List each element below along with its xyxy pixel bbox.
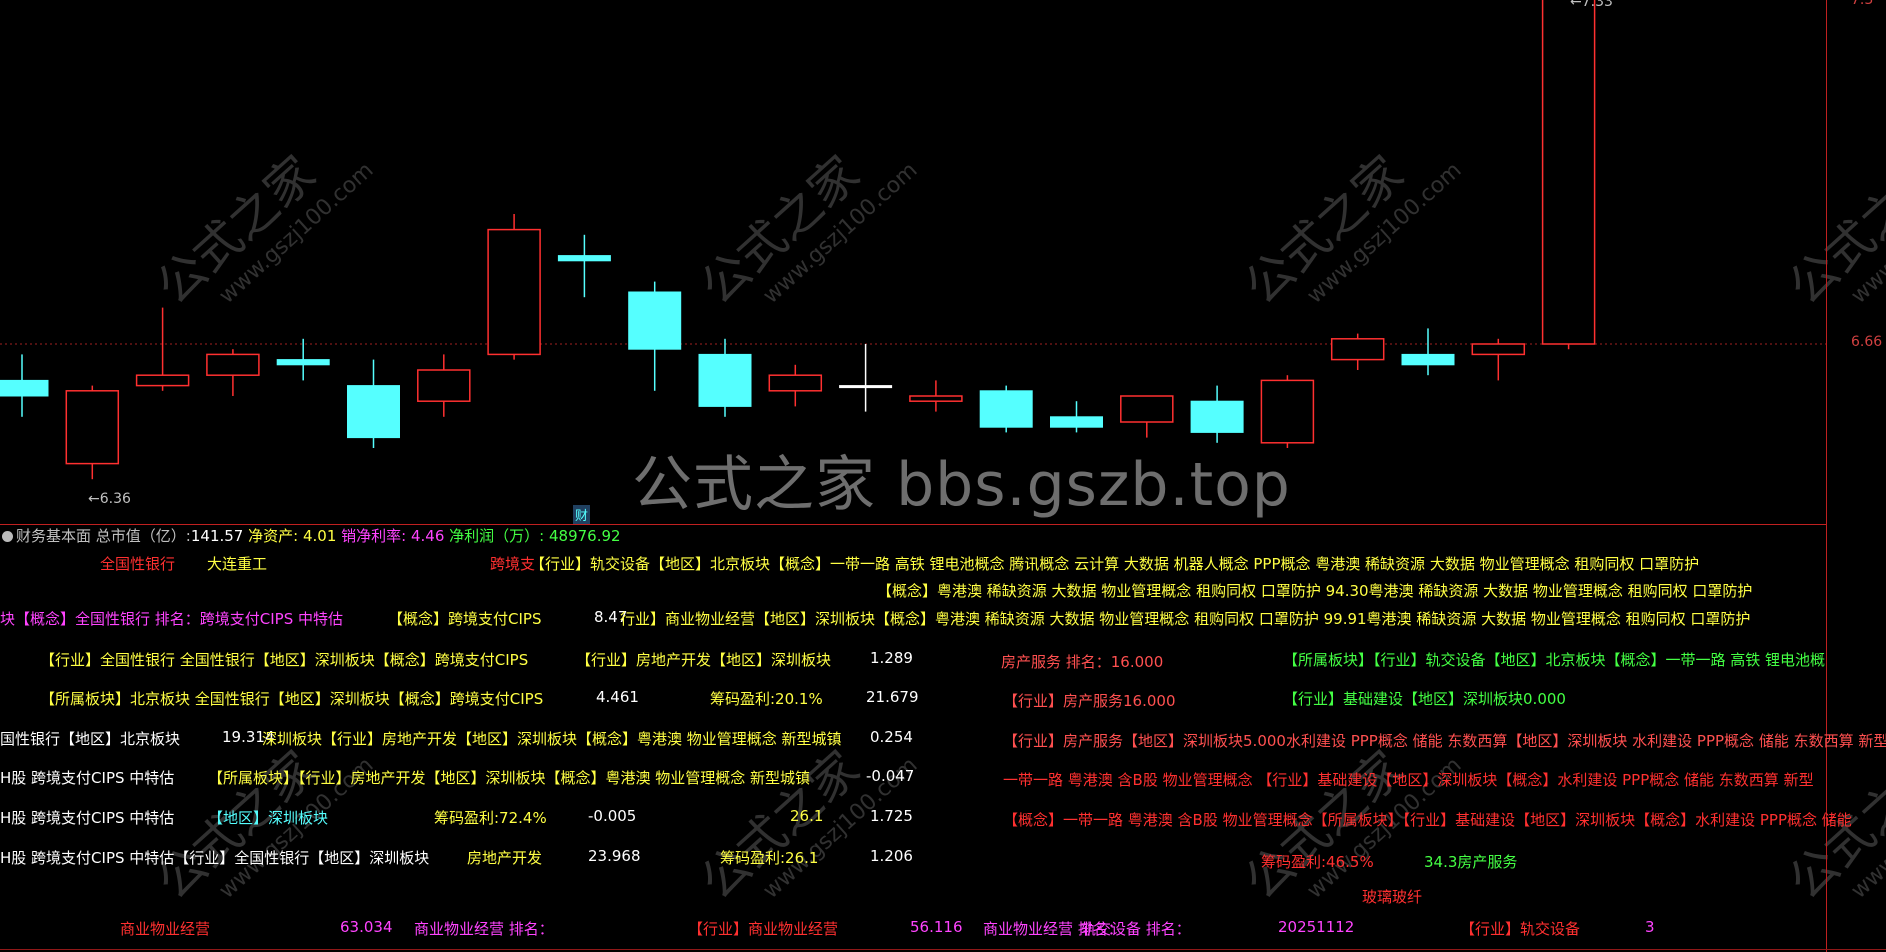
row5-board: 【所属板块】北京板块 全国性银行【地区】深圳板块【概念】跨境支付CIPS (40, 690, 544, 708)
row6-service-region: 【行业】房产服务【地区】深圳板块5.000水利建设 PPP概念 储能 东数西算【… (1003, 732, 1886, 750)
row11-rank3: 轨交设备 排名： (1081, 920, 1191, 938)
row7-board: 【所属板块】【行业】房地产开发【地区】深圳板块【概念】粤港澳 物业管理概念 新型… (208, 769, 811, 787)
candle-body[interactable] (557, 255, 611, 262)
net-assets: 净资产: 4.01 (248, 527, 337, 545)
row9-sector: 房地产开发 (467, 849, 543, 867)
row11-value2: 56.116 (910, 918, 963, 936)
low-marker: ←6.36 (88, 491, 131, 507)
row5-chip-profit: 筹码盈利:20.1% (710, 690, 823, 708)
row9-service: 34.3房产服务 (1424, 853, 1518, 871)
row3-concept: 【概念】跨境支付CIPS (388, 610, 542, 628)
row4-service-rank: 房产服务 排名：16.000 (1001, 653, 1164, 671)
high-marker-value: 7.33 (1581, 0, 1613, 10)
row7-value: -0.047 (866, 767, 915, 785)
candle-body[interactable] (628, 291, 682, 350)
candle-body[interactable] (1401, 353, 1455, 366)
panel-title: 财务基本面 (16, 527, 92, 545)
fundamentals-panel[interactable]: 财务基本面 总市值（亿）:141.57 净资产: 4.01 销净利率: 4.46… (0, 525, 1886, 952)
row7-concept-infra: 一带一路 粤港澳 含B股 物业管理概念 【行业】基础建设【地区】深圳板块【概念】… (1003, 771, 1814, 789)
row6-region: 国性银行【地区】北京板块 (0, 730, 181, 748)
candle-body[interactable] (1190, 400, 1244, 433)
row3-tags: 行业】商业物业经营【地区】深圳板块【概念】粤港澳 稀缺资源 大数据 物业管理概念… (620, 610, 1751, 628)
row11-industry3: 【行业】轨交设备 (1460, 920, 1581, 938)
row4-value: 1.289 (870, 649, 913, 667)
row1-concept-prefix: 跨境支 (490, 555, 536, 573)
candle-body[interactable] (135, 374, 190, 387)
candle-body[interactable] (347, 385, 400, 439)
row9-concept: H股 跨境支付CIPS 中特估【行业】全国性银行【地区】深圳板块 (0, 849, 430, 867)
net-profit: 净利润（万）: 48976.92 (449, 527, 621, 545)
row9-value: 23.968 (588, 847, 641, 865)
candle-body[interactable] (909, 395, 963, 402)
row2-tags: 【概念】粤港澳 稀缺资源 大数据 物业管理概念 租购同权 口罩防护 94.30粤… (877, 582, 1753, 600)
row11-value: 63.034 (340, 918, 393, 936)
row1-industry: 全国性银行 (100, 555, 176, 573)
row8-chip-profit: 筹码盈利:72.4% (434, 809, 547, 827)
net-margin: 销净利率: 4.46 (341, 527, 445, 545)
row3-concept-rank: 块【概念】全国性银行 排名：跨境支付CIPS 中特估 (0, 610, 344, 628)
panel-header: 财务基本面 总市值（亿）:141.57 净资产: 4.01 销净利率: 4.46… (0, 525, 621, 545)
mcap-value: 141.57 (190, 527, 244, 545)
row6-sector: 深圳板块【行业】房地产开发【地区】深圳板块【概念】粤港澳 物业管理概念 新型城镇 (262, 730, 842, 748)
row8-value2: 26.1 (790, 807, 824, 825)
candle-body[interactable] (1120, 395, 1174, 423)
row7-concept: H股 跨境支付CIPS 中特估 (0, 769, 175, 787)
high-marker: ←7.33 (1570, 0, 1613, 10)
row1-related-stock: 大连重工 (207, 555, 268, 573)
watermark-big: 公式之家 bbs.gszb.top (632, 450, 1291, 520)
bottom-border (0, 949, 1886, 950)
price-axis-6-66: 6.66 (1851, 334, 1883, 350)
row9-chip-profit: 筹码盈利:26.1 (720, 849, 819, 867)
row5-infra: 【行业】基础建设【地区】深圳板块0.000 (1283, 690, 1566, 708)
row8-value: -0.005 (588, 807, 637, 825)
candle-body[interactable] (65, 390, 120, 465)
row4-board: 【所属板块】【行业】轨交设备【地区】北京板块【概念】一带一路 高铁 锂电池概 (1283, 651, 1826, 669)
row11-count: 3 (1645, 918, 1655, 936)
candle-body[interactable] (839, 385, 893, 389)
row11-rank: 商业物业经营 排名： (414, 920, 554, 938)
row4-sector: 【行业】房地产开发【地区】深圳板块 (576, 651, 832, 669)
row11-industry: 商业物业经营 (120, 920, 211, 938)
row8-concept: H股 跨境支付CIPS 中特估 (0, 809, 175, 827)
candle-body[interactable] (417, 369, 471, 402)
row9-value2: 1.206 (870, 847, 913, 865)
candle-body[interactable] (768, 374, 823, 392)
row5-value: 4.461 (596, 688, 639, 706)
arrow-left-icon: ← (1570, 0, 1582, 10)
candle-body[interactable] (1050, 416, 1103, 428)
candle-body[interactable] (979, 390, 1033, 428)
candle-body[interactable] (1330, 338, 1385, 361)
row8-region: 【地区】深圳板块 (208, 809, 329, 827)
caifu-marker[interactable]: 财 (573, 505, 591, 524)
row5-value2: 21.679 (866, 688, 919, 706)
arrow-left-icon: ← (88, 491, 100, 507)
candle-body[interactable] (276, 359, 330, 366)
row11-industry2: 【行业】商业物业经营 (688, 920, 839, 938)
row5-service: 【行业】房产服务16.000 (1003, 692, 1176, 710)
candle-body[interactable] (206, 353, 260, 376)
row1-tags: 【行业】轨交设备【地区】北京板块【概念】一带一路 高铁 锂电池概念 腾讯概念 云… (530, 555, 1700, 573)
candle-body[interactable] (698, 353, 752, 407)
row8-value3: 1.725 (870, 807, 913, 825)
row11-date: 20251112 (1278, 918, 1355, 936)
candle-body[interactable] (0, 379, 49, 397)
price-axis-top: 7.3 (1851, 0, 1874, 8)
row10-industry: 玻璃玻纤 (1362, 888, 1423, 906)
candle-body[interactable] (1260, 379, 1315, 444)
gear-icon[interactable] (2, 531, 13, 542)
candle-body[interactable] (1471, 343, 1526, 356)
row4-industry: 【行业】全国性银行 全国性银行【地区】深圳板块【概念】跨境支付CIPS (40, 651, 529, 669)
candle-body[interactable] (1541, 0, 1596, 345)
row6-value2: 0.254 (870, 728, 913, 746)
low-marker-value: 6.36 (99, 491, 131, 507)
mcap-label: 总市值（亿）: (95, 527, 191, 545)
candle-body[interactable] (487, 228, 541, 356)
row8-concept-infra: 【概念】一带一路 粤港澳 含B股 物业管理概念【所属板块】【行业】基础建设【地区… (1003, 811, 1852, 829)
row9-chip-profit2: 筹码盈利:46.5% (1261, 853, 1374, 871)
